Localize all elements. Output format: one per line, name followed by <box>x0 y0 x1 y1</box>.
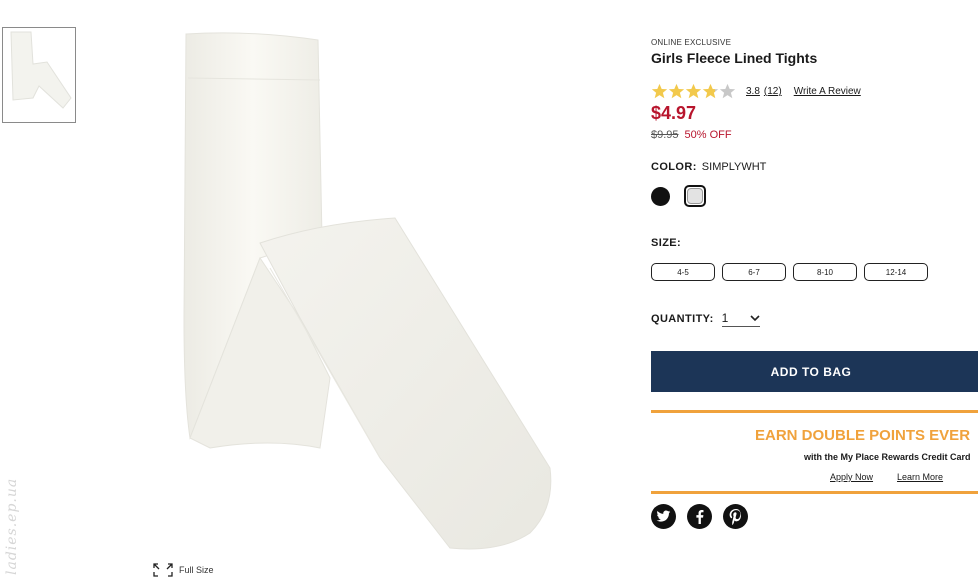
color-row: COLOR: SIMPLYWHT <box>651 161 766 173</box>
promo-headline: EARN DOUBLE POINTS EVER <box>755 427 971 444</box>
star-empty-icon <box>719 83 736 99</box>
product-details-panel: ONLINE EXCLUSIVE Girls Fleece Lined Tigh… <box>651 0 978 579</box>
product-title: Girls Fleece Lined Tights <box>651 50 818 66</box>
product-main-image[interactable] <box>150 18 590 563</box>
size-option-8-10[interactable]: 8-10 <box>793 263 857 281</box>
star-icon <box>685 83 702 99</box>
tights-thumbnail-image <box>10 31 72 109</box>
full-size-link[interactable]: Full Size <box>153 563 214 577</box>
color-label: COLOR: <box>651 161 697 173</box>
swatch-fill <box>687 188 703 204</box>
facebook-icon <box>695 509 703 524</box>
size-options: 4-5 6-7 8-10 12-14 <box>651 263 928 281</box>
rating-row: 3.8 (12) Write A Review <box>651 83 861 100</box>
review-count[interactable]: (12) <box>764 86 782 97</box>
color-swatches <box>651 185 706 207</box>
chevron-down-icon <box>750 314 760 321</box>
quantity-label: QUANTITY: <box>651 313 714 325</box>
size-option-12-14[interactable]: 12-14 <box>864 263 928 281</box>
quantity-row: QUANTITY: 1 <box>651 311 760 327</box>
star-icon <box>651 83 668 99</box>
promo-links: Apply Now Learn More <box>830 472 943 482</box>
size-option-6-7[interactable]: 6-7 <box>722 263 786 281</box>
promo-subtext: with the My Place Rewards Credit Card <box>804 452 971 462</box>
original-price-row: $9.95 50% OFF <box>651 129 732 141</box>
size-label: SIZE: <box>651 237 682 249</box>
discount-label: 50% OFF <box>684 129 732 141</box>
online-exclusive-badge: ONLINE EXCLUSIVE <box>651 38 732 47</box>
twitter-icon <box>656 510 671 522</box>
twitter-share-button[interactable] <box>651 504 676 529</box>
sale-price: $4.97 <box>651 103 697 123</box>
size-option-4-5[interactable]: 4-5 <box>651 263 715 281</box>
add-to-bag-button[interactable]: ADD TO BAG <box>651 351 978 392</box>
write-review-link[interactable]: Write A Review <box>794 86 861 97</box>
tights-image <box>183 32 552 550</box>
apply-now-link[interactable]: Apply Now <box>830 472 873 482</box>
product-thumbnail[interactable] <box>2 27 76 123</box>
star-rating[interactable] <box>651 83 736 100</box>
pinterest-share-button[interactable] <box>723 504 748 529</box>
star-icon <box>668 83 685 99</box>
social-share <box>651 504 748 529</box>
color-swatch-simplywht[interactable] <box>684 185 706 207</box>
star-partial-icon <box>702 83 719 99</box>
full-size-label: Full Size <box>179 565 214 575</box>
selected-color: SIMPLYWHT <box>701 161 767 173</box>
rating-value[interactable]: 3.8 <box>746 86 760 97</box>
watermark: ladies.ep.ua <box>4 477 20 575</box>
expand-icon <box>153 563 173 577</box>
quantity-value: 1 <box>721 311 729 325</box>
original-price: $9.95 <box>651 129 679 141</box>
rewards-promo-banner: EARN DOUBLE POINTS EVER with the My Plac… <box>651 410 978 494</box>
quantity-select[interactable]: 1 <box>721 311 760 327</box>
facebook-share-button[interactable] <box>687 504 712 529</box>
pinterest-icon <box>729 508 741 525</box>
color-swatch-black[interactable] <box>651 186 670 206</box>
learn-more-link[interactable]: Learn More <box>897 472 943 482</box>
